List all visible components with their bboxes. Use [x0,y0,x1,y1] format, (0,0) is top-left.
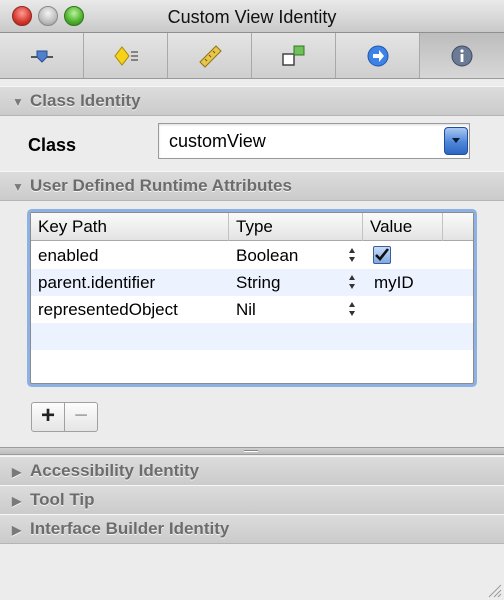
section-title: Interface Builder Identity [30,519,230,538]
value-cell[interactable] [367,296,374,323]
table-row[interactable]: enabled Boolean [31,242,473,269]
attributes-slider-icon [30,50,53,63]
section-interface-builder-identity[interactable]: ▶ Interface Builder Identity [0,514,504,544]
section-title: Tool Tip [30,490,95,509]
table-row[interactable]: representedObject Nil [31,296,473,323]
tab-identity[interactable] [420,33,504,78]
tab-arrow[interactable] [336,33,420,78]
ruler-size-icon [198,44,222,68]
bindings-diamond-icon [113,45,138,66]
key-path-cell[interactable]: parent.identifier [31,269,155,296]
section-title: Class Identity [30,91,141,110]
key-path-cell[interactable]: enabled [31,242,99,269]
tab-attributes[interactable] [0,33,84,78]
type-cell[interactable]: String [229,269,280,296]
section-title: User Defined Runtime Attributes [30,176,292,195]
title-bar[interactable]: Custom View Identity [0,0,504,33]
info-icon [451,45,473,66]
type-cell[interactable]: Nil [229,296,256,323]
splitter-grip-icon [244,450,258,452]
class-dropdown-button[interactable] [444,127,468,155]
section-title: Accessibility Identity [30,461,200,480]
table-row[interactable]: parent.identifier String myID [31,269,473,296]
empty-row [31,323,473,350]
table-header: Key Path Type Value [31,213,473,241]
class-combo-field[interactable]: customView [158,123,470,159]
column-header-type[interactable]: Type [229,213,363,241]
remove-attribute-button[interactable]: − [64,402,98,432]
inspector-window: Custom View Identity ▼ Class Identity Cl… [0,0,504,600]
connections-icon [281,45,304,66]
disclosure-closed-icon: ▶ [12,523,22,537]
type-stepper-icon[interactable] [347,246,357,264]
checkmark-icon [375,248,390,261]
value-checkbox[interactable] [373,246,391,264]
section-accessibility-identity[interactable]: ▶ Accessibility Identity [0,456,504,486]
type-stepper-icon[interactable] [347,300,357,318]
section-class-identity[interactable]: ▼ Class Identity [0,86,504,116]
inspector-toolbar [0,33,504,79]
tab-bindings[interactable] [84,33,168,78]
tab-connections[interactable] [252,33,336,78]
runtime-attributes-table[interactable]: Key Path Type Value enabled Boolean pare… [30,212,474,384]
resize-grip-icon[interactable] [486,582,502,598]
type-cell[interactable]: Boolean [229,242,298,269]
disclosure-closed-icon: ▶ [12,465,22,479]
add-attribute-button[interactable]: + [31,402,65,432]
empty-row [31,350,473,378]
arrow-circle-icon [367,45,388,66]
column-header-value[interactable]: Value [363,213,443,241]
pane-splitter[interactable] [0,447,504,455]
section-runtime-attributes[interactable]: ▼ User Defined Runtime Attributes [0,171,504,201]
tab-size[interactable] [168,33,252,78]
value-cell[interactable]: myID [367,269,414,296]
disclosure-closed-icon: ▶ [12,494,22,508]
column-header-key-path[interactable]: Key Path [31,213,229,241]
chevron-down-icon [452,138,460,143]
type-stepper-icon[interactable] [347,273,357,291]
disclosure-open-icon: ▼ [12,180,24,194]
disclosure-open-icon: ▼ [12,95,24,109]
section-tool-tip[interactable]: ▶ Tool Tip [0,485,504,515]
class-label: Class [28,135,77,155]
window-title: Custom View Identity [167,7,337,27]
key-path-cell[interactable]: representedObject [31,296,178,323]
